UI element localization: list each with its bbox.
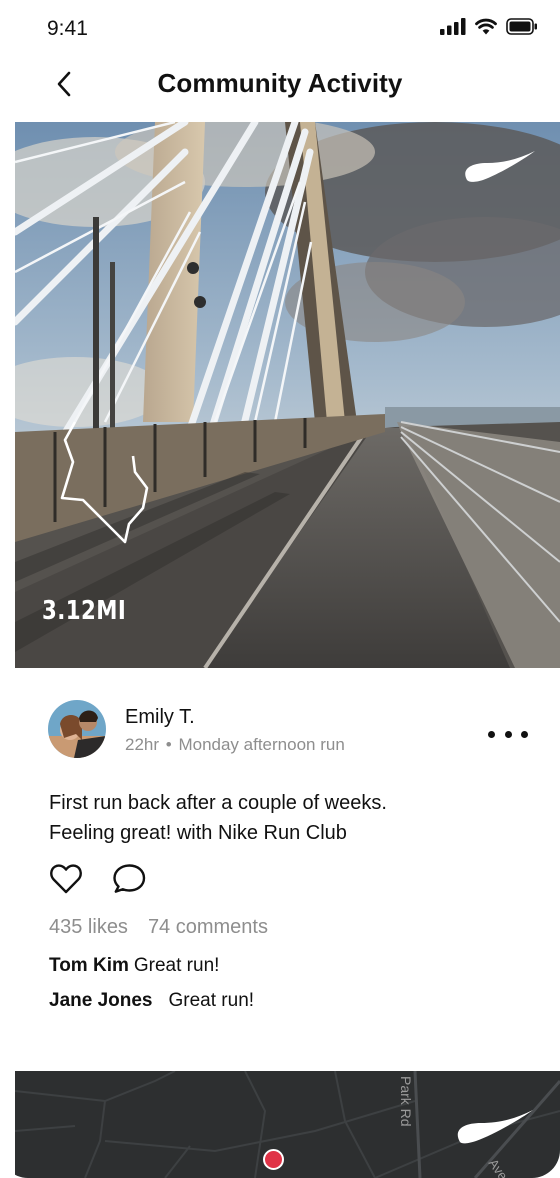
battery-icon — [506, 18, 537, 35]
more-dot — [504, 730, 512, 738]
more-dot — [521, 730, 528, 738]
caption-line: Feeling great! with Nike Run Club — [49, 822, 347, 844]
post-stats: 435 likes 74 comments — [49, 916, 285, 939]
more-dot — [488, 730, 495, 738]
post-caption: First run back after a couple of weeks. … — [49, 788, 519, 848]
status-bar: 9:41 — [0, 0, 560, 58]
avatar[interactable] — [48, 700, 106, 758]
comment-author[interactable]: Tom Kim — [49, 955, 129, 976]
map-preview[interactable] — [15, 1071, 560, 1178]
status-icons — [440, 18, 538, 35]
nav-header: Community Activity — [0, 58, 560, 120]
comments-count[interactable]: 74 comments — [148, 916, 268, 938]
more-options-icon[interactable] — [488, 722, 528, 746]
page-title: Community Activity — [157, 68, 403, 98]
comment-bubble-icon — [113, 864, 146, 893]
comment-button[interactable] — [112, 862, 146, 896]
activity-photo[interactable] — [15, 122, 560, 668]
comment-item: Jane Jones Great run! — [49, 990, 254, 1012]
time-ago: 22hr — [125, 735, 160, 754]
caption-line: First run back after a couple of weeks. — [49, 792, 387, 814]
post-meta: 22hr • Monday afternoon run — [125, 735, 345, 755]
comment-item: Tom Kim Great run! — [49, 955, 219, 977]
bridge-photo — [15, 122, 560, 668]
heart-icon — [50, 864, 82, 894]
comment-text: Great run! — [133, 955, 220, 976]
like-button[interactable] — [49, 862, 83, 896]
map-roads — [15, 1071, 560, 1178]
distance-label: 3.12MI — [42, 596, 127, 626]
map-road-label: Park Rd — [398, 1076, 414, 1127]
wifi-icon — [475, 18, 497, 35]
activity-name: Monday afternoon run — [178, 735, 345, 754]
comment-author[interactable]: Jane Jones — [49, 990, 153, 1011]
meta-separator: • — [165, 735, 172, 754]
likes-count[interactable]: 435 likes — [49, 916, 128, 938]
user-name[interactable]: Emily T. — [125, 706, 195, 729]
activity-screen: 9:41 Community Activity 3.12MI Emily T. … — [0, 0, 560, 1178]
signal-icon — [440, 18, 466, 35]
status-time: 9:41 — [47, 17, 88, 40]
map-pin — [263, 1149, 284, 1170]
comment-text: Great run! — [168, 990, 255, 1011]
